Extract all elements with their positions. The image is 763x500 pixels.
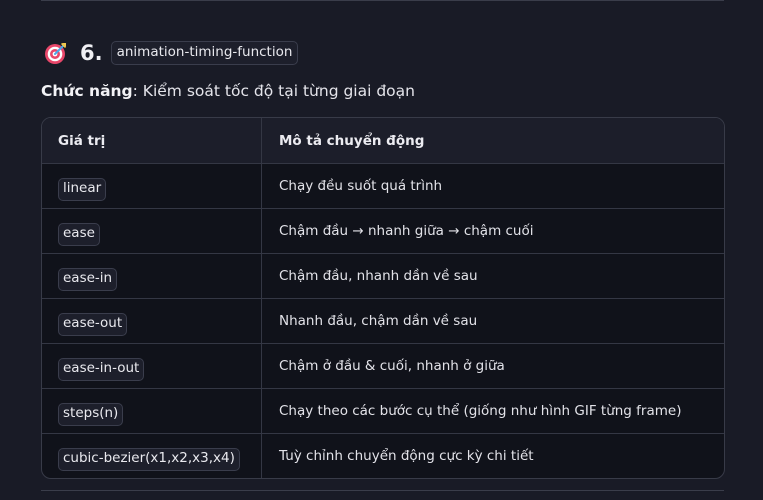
value-code: cubic-bezier(x1,x2,x3,x4) <box>58 448 240 471</box>
table-row: cubic-bezier(x1,x2,x3,x4) Tuỳ chỉnh chuy… <box>42 433 724 478</box>
value-code: ease-in-out <box>58 358 145 381</box>
table-row: linear Chạy đều suốt quá trình <box>42 163 724 209</box>
table-row: ease-out Nhanh đầu, chậm dần về sau <box>42 298 724 344</box>
header-value: Giá trị <box>42 118 262 163</box>
header-description: Mô tả chuyển động <box>279 132 425 149</box>
row-description: Chậm ở đầu & cuối, nhanh ở giữa <box>279 357 505 374</box>
description-text: : Kiểm soát tốc độ tại từng giai đoạn <box>132 82 415 100</box>
value-code: ease-out <box>58 313 128 336</box>
row-description: Chậm đầu → nhanh giữa → chậm cuối <box>279 222 534 239</box>
top-divider <box>41 0 724 1</box>
row-description: Nhanh đầu, chậm dần về sau <box>279 312 478 329</box>
value-code: steps(n) <box>58 403 124 426</box>
table-row: ease-in-out Chậm ở đầu & cuối, nhanh ở g… <box>42 343 724 389</box>
section-heading: 6. animation-timing-function <box>44 38 299 68</box>
table-header-row: Giá trị Mô tả chuyển động <box>42 118 724 163</box>
table-row: steps(n) Chạy theo các bước cụ thể (giốn… <box>42 388 724 434</box>
section-number: 6. <box>80 41 103 65</box>
row-description: Chậm đầu, nhanh dần về sau <box>279 267 478 284</box>
description-label: Chức năng <box>41 82 133 100</box>
page: 6. animation-timing-function Chức năng: … <box>0 0 763 500</box>
property-code: animation-timing-function <box>110 41 299 65</box>
direct-hit-target-icon <box>45 42 67 64</box>
table-row: ease-in Chậm đầu, nhanh dần về sau <box>42 253 724 299</box>
value-code: ease-in <box>58 268 118 291</box>
row-description: Chạy theo các bước cụ thể (giống như hìn… <box>279 402 682 419</box>
section-description: Chức năng: Kiểm soát tốc độ tại từng gia… <box>41 82 415 100</box>
bottom-divider <box>41 490 724 491</box>
row-description: Chạy đều suốt quá trình <box>279 177 443 194</box>
value-code: ease <box>58 223 100 246</box>
row-description: Tuỳ chỉnh chuyển động cực kỳ chi tiết <box>279 447 534 464</box>
table-row: ease Chậm đầu → nhanh giữa → chậm cuối <box>42 208 724 254</box>
value-code: linear <box>58 178 107 201</box>
timing-function-table: Giá trị Mô tả chuyển động linear Chạy đề… <box>41 117 725 479</box>
